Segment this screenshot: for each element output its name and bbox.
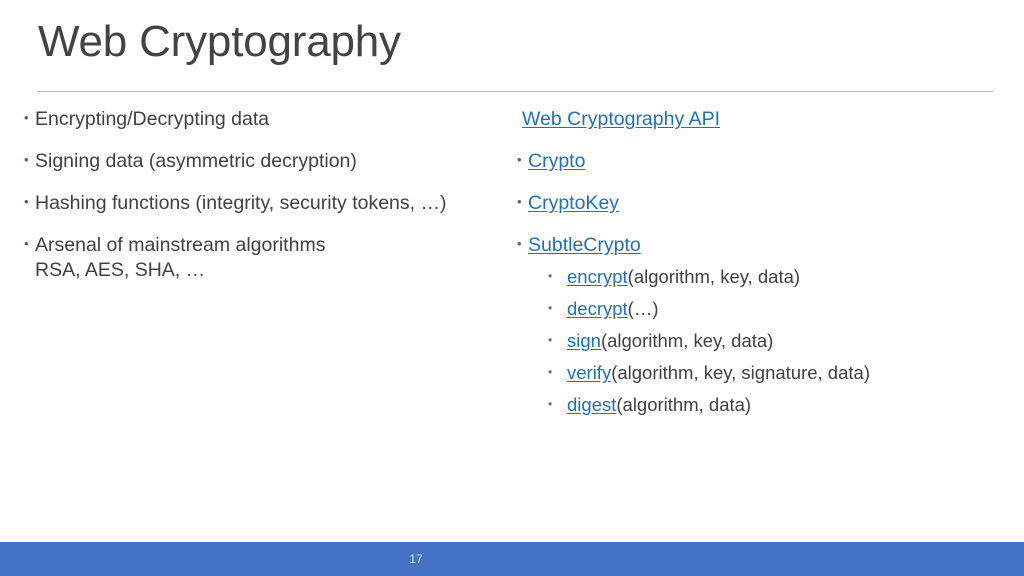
decrypt-signature-args: (…) <box>627 298 659 319</box>
link-subtlecrypto[interactable]: SubtleCrypto <box>528 234 641 256</box>
list-item[interactable]: verify(algorithm, key, signature, data) <box>548 360 1012 385</box>
link-encrypt[interactable]: encrypt <box>567 266 628 287</box>
link-digest[interactable]: digest <box>567 394 616 415</box>
page-number: 17 <box>409 552 423 566</box>
right-bullet-list: Web Cryptography API Crypto CryptoKey Su… <box>517 107 1012 417</box>
link-cryptokey[interactable]: CryptoKey <box>528 192 619 214</box>
page-title: Web Cryptography <box>38 17 401 66</box>
right-content-column: Web Cryptography API Crypto CryptoKey Su… <box>517 107 1012 417</box>
list-item: Encrypting/Decrypting data <box>24 106 494 131</box>
bullet-subline: RSA, AES, SHA, … <box>35 259 206 281</box>
encrypt-signature-args: (algorithm, key, data) <box>627 266 801 287</box>
digest-signature-args: (algorithm, data) <box>616 394 752 415</box>
link-verify[interactable]: verify <box>567 362 611 383</box>
slide: Web Cryptography Encrypting/Decrypting d… <box>0 0 1024 576</box>
list-item-heading[interactable]: Web Cryptography API <box>517 107 1012 131</box>
subtlecrypto-method-list: encrypt(algorithm, key, data) decrypt(…)… <box>528 264 1012 417</box>
list-item[interactable]: sign(algorithm, key, data) <box>548 328 1012 353</box>
list-item[interactable]: SubtleCrypto encrypt(algorithm, key, dat… <box>517 232 1012 417</box>
bullet-text: Encrypting/Decrypting data <box>35 108 270 130</box>
bullet-text: Signing data (asymmetric decryption) <box>35 150 357 172</box>
list-item[interactable]: decrypt(…) <box>548 296 1012 321</box>
sign-signature-args: (algorithm, key, data) <box>600 330 774 351</box>
link-web-cryptography-api[interactable]: Web Cryptography API <box>522 108 720 130</box>
bullet-text: Hashing functions (integrity, security t… <box>35 192 447 214</box>
list-item: Hashing functions (integrity, security t… <box>24 190 494 215</box>
left-content-column: Encrypting/Decrypting data Signing data … <box>24 106 494 283</box>
left-bullet-list: Encrypting/Decrypting data Signing data … <box>24 106 494 283</box>
bullet-text: Arsenal of mainstream algorithms <box>35 234 326 256</box>
list-item[interactable]: encrypt(algorithm, key, data) <box>548 264 1012 289</box>
list-item[interactable]: CryptoKey <box>517 190 1012 215</box>
list-item: Signing data (asymmetric decryption) <box>24 148 494 173</box>
title-divider <box>38 91 993 92</box>
link-decrypt[interactable]: decrypt <box>567 298 628 319</box>
verify-signature-args: (algorithm, key, signature, data) <box>611 362 870 383</box>
list-item[interactable]: Crypto <box>517 148 1012 173</box>
link-sign[interactable]: sign <box>567 330 601 351</box>
link-crypto[interactable]: Crypto <box>528 150 585 172</box>
list-item[interactable]: digest(algorithm, data) <box>548 392 1012 417</box>
list-item: Arsenal of mainstream algorithms RSA, AE… <box>24 232 494 283</box>
